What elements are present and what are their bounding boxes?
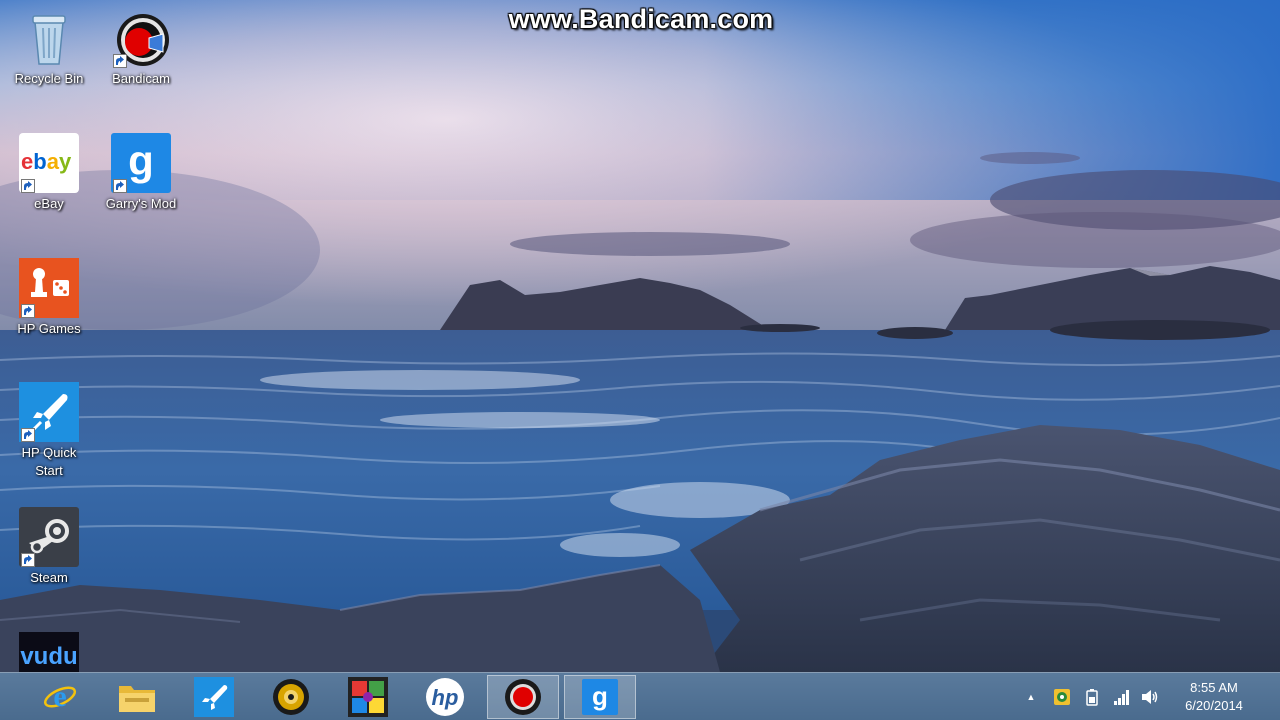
- desktop-icon-label: HP Quick Start: [21, 445, 77, 478]
- desktop-icon-label: Recycle Bin: [14, 71, 84, 86]
- recycle-bin-icon: [19, 8, 79, 68]
- bandicam-icon: [111, 8, 171, 68]
- bandicam-watermark: www.Bandicam.com: [508, 4, 774, 34]
- steam-icon: [19, 507, 79, 567]
- desktop-icon-label: Bandicam: [112, 71, 170, 86]
- shortcut-arrow-icon: [21, 553, 35, 567]
- network-signal-icon: [1114, 690, 1129, 705]
- shortcut-arrow-icon: [21, 428, 35, 442]
- puzzle-icon: [348, 677, 388, 717]
- desktop-icon-recycle-bin[interactable]: Recycle Bin: [9, 8, 89, 87]
- clock-time: 8:55 AM: [1190, 680, 1238, 695]
- svg-text:g: g: [592, 681, 608, 711]
- tray-power[interactable]: [1080, 673, 1104, 720]
- desktop-icon-ebay[interactable]: ebay eBay: [9, 133, 89, 212]
- internet-explorer-icon: e: [43, 680, 77, 713]
- taskbar-internet-explorer[interactable]: e: [24, 675, 96, 719]
- hp-support-icon: [1054, 689, 1070, 705]
- taskbar-garrys-mod[interactable]: g: [564, 675, 636, 719]
- shortcut-arrow-icon: [21, 179, 35, 193]
- svg-text:ebay: ebay: [21, 149, 72, 174]
- hp-games-icon: [19, 258, 79, 318]
- file-explorer-icon: [119, 686, 155, 712]
- desktop-icon-label: Garry's Mod: [105, 196, 177, 211]
- desktop-wallpaper: [0, 0, 1280, 720]
- desktop-icon-label: eBay: [34, 196, 64, 211]
- rocket-icon: [194, 677, 234, 717]
- tray-network[interactable]: [1110, 673, 1134, 720]
- garrys-mod-icon: g: [111, 133, 171, 193]
- desktop-icon-hp-games[interactable]: HP Games: [9, 258, 89, 337]
- desktop-icon-label: Steam: [30, 570, 68, 585]
- shortcut-arrow-icon: [113, 179, 127, 193]
- desktop-icon-hp-quick-start[interactable]: HP Quick Start: [9, 382, 89, 480]
- shortcut-arrow-icon: [21, 304, 35, 318]
- ebay-icon: ebay: [19, 133, 79, 193]
- svg-text:e: e: [53, 680, 66, 713]
- taskbar-games[interactable]: [332, 675, 404, 719]
- bandicam-record-icon: [505, 679, 541, 715]
- tray-hp-support[interactable]: [1050, 673, 1074, 720]
- taskbar-clock[interactable]: 8:55 AM 6/20/2014: [1170, 679, 1258, 715]
- taskbar-hp-support[interactable]: hp: [409, 675, 481, 719]
- svg-text:hp: hp: [432, 685, 459, 710]
- volume-icon: [1142, 690, 1158, 704]
- garrys-mod-icon: g: [582, 679, 618, 715]
- show-hidden-icons-button[interactable]: ▲: [1022, 673, 1040, 720]
- taskbar-bandicam[interactable]: [487, 675, 559, 719]
- svg-text:vudu: vudu: [20, 643, 77, 670]
- clock-date: 6/20/2014: [1185, 698, 1243, 713]
- media-player-icon: [273, 679, 309, 715]
- taskbar-hp-quick-start[interactable]: [178, 675, 250, 719]
- desktop-icon-bandicam[interactable]: Bandicam: [101, 8, 181, 87]
- hp-quick-start-icon: [19, 382, 79, 442]
- taskbar-file-explorer[interactable]: [101, 675, 173, 719]
- desktop-icon-label: HP Games: [17, 321, 81, 336]
- taskbar: e hp g ▲ 8:55 AM 6/20/2014: [0, 672, 1280, 720]
- chevron-up-icon: ▲: [1026, 692, 1036, 702]
- taskbar-media-player[interactable]: [255, 675, 327, 719]
- power-icon: [1086, 689, 1098, 706]
- desktop-icon-garrys-mod[interactable]: g Garry's Mod: [101, 133, 181, 212]
- svg-text:g: g: [128, 137, 154, 184]
- desktop-icon-steam[interactable]: Steam: [9, 507, 89, 586]
- shortcut-arrow-icon: [113, 54, 127, 68]
- tray-volume[interactable]: [1138, 673, 1162, 720]
- hp-logo-icon: hp: [426, 678, 464, 716]
